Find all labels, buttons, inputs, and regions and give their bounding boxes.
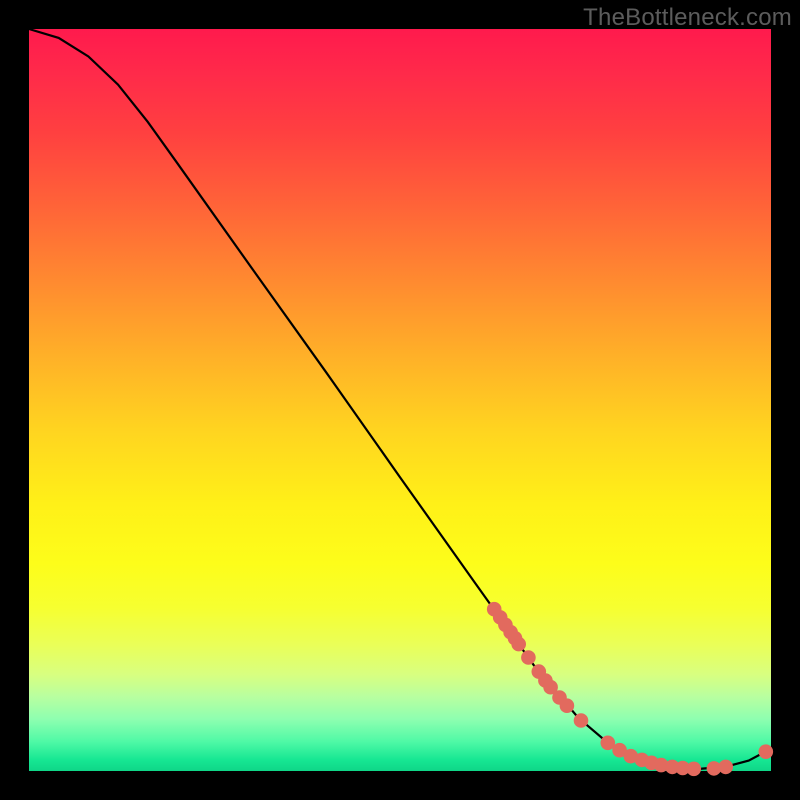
data-dot	[687, 762, 702, 777]
data-dot	[718, 760, 733, 775]
data-dots	[487, 602, 773, 776]
watermark-text: TheBottleneck.com	[583, 4, 792, 32]
chart-frame: TheBottleneck.com	[0, 0, 800, 800]
data-dot	[759, 744, 774, 759]
data-dot	[521, 650, 536, 665]
curve-layer	[29, 29, 771, 771]
plot-area	[29, 29, 771, 771]
data-dot	[511, 637, 526, 652]
bottleneck-curve	[29, 29, 771, 769]
data-dot	[574, 713, 589, 728]
data-dot	[560, 698, 575, 713]
